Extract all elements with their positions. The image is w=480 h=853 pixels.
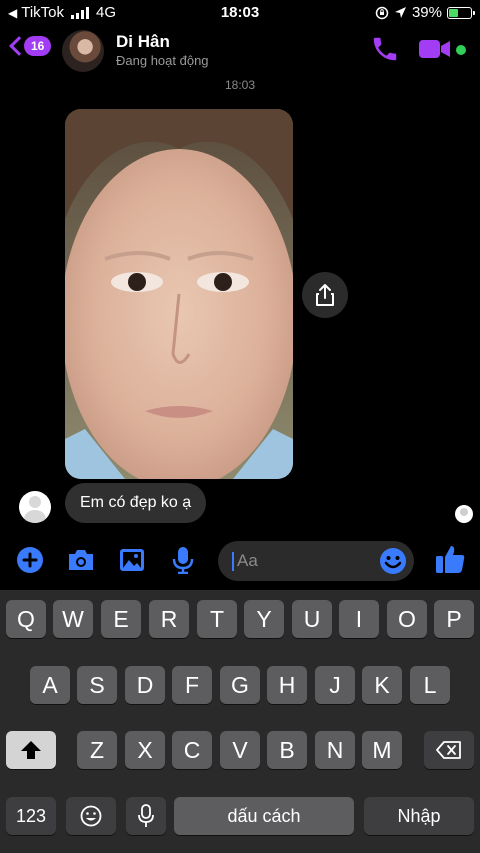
key-l[interactable]: L <box>410 666 450 704</box>
key-j[interactable]: J <box>315 666 355 704</box>
gallery-button[interactable] <box>117 545 147 575</box>
return-key[interactable]: Nhập <box>364 797 474 835</box>
dictation-microphone-icon <box>138 804 154 827</box>
rotation-lock-icon <box>375 6 389 19</box>
phone-call-icon[interactable] <box>370 34 400 64</box>
status-bar: ◀ TikTok 4G 18:03 39% <box>0 0 480 26</box>
key-v[interactable]: V <box>220 731 260 769</box>
key-s[interactable]: S <box>77 666 117 704</box>
space-key[interactable]: dấu cách <box>174 797 354 835</box>
battery-icon <box>447 6 475 19</box>
text-cursor <box>232 552 234 571</box>
key-a[interactable]: A <box>30 666 70 704</box>
message-placeholder: Aa <box>237 551 258 570</box>
key-o[interactable]: O <box>387 600 427 638</box>
voice-button[interactable] <box>168 545 198 575</box>
key-r[interactable]: R <box>149 600 189 638</box>
key-h[interactable]: H <box>267 666 307 704</box>
sender-avatar <box>19 491 51 523</box>
text-message[interactable]: Em có đẹp ko ạ <box>65 483 207 523</box>
key-y[interactable]: Y <box>244 600 284 638</box>
shift-icon <box>21 741 41 759</box>
chat-header: 16 Di Hân Đang hoạt động <box>0 26 480 76</box>
thumbs-up-icon[interactable] <box>434 543 466 575</box>
photo-message[interactable] <box>65 109 293 479</box>
shift-key[interactable] <box>6 731 56 769</box>
key-g[interactable]: G <box>220 666 260 704</box>
gallery-icon <box>120 549 144 571</box>
key-f[interactable]: F <box>172 666 212 704</box>
share-icon <box>316 284 334 306</box>
emoji-key[interactable] <box>66 797 116 835</box>
key-z[interactable]: Z <box>77 731 117 769</box>
seen-indicator <box>455 505 473 523</box>
key-x[interactable]: X <box>125 731 165 769</box>
emoji-keyboard-icon <box>80 805 102 827</box>
key-d[interactable]: D <box>125 666 165 704</box>
message-timestamp: 18:03 <box>224 78 256 92</box>
backspace-icon <box>436 741 461 759</box>
delete-key[interactable] <box>424 731 474 769</box>
key-q[interactable]: Q <box>6 600 46 638</box>
key-i[interactable]: I <box>339 600 379 638</box>
contact-name[interactable]: Di Hân <box>116 32 170 52</box>
message-composer: Aa <box>0 537 480 585</box>
key-b[interactable]: B <box>267 731 307 769</box>
key-k[interactable]: K <box>362 666 402 704</box>
contact-avatar[interactable] <box>62 30 104 72</box>
location-icon <box>394 7 406 18</box>
online-indicator <box>456 45 466 55</box>
camera-icon <box>69 550 93 570</box>
microphone-icon <box>172 547 194 574</box>
video-call-icon[interactable] <box>418 34 452 64</box>
key-e[interactable]: E <box>101 600 141 638</box>
emoji-icon[interactable] <box>379 547 407 575</box>
keyboard: Q W E R T Y U I O P A S D F G H J K L Z … <box>0 590 480 853</box>
battery-percent: 39% <box>411 4 442 21</box>
contact-status: Đang hoạt động <box>116 53 209 68</box>
camera-button[interactable] <box>66 545 96 575</box>
key-t[interactable]: T <box>197 600 237 638</box>
plus-button[interactable] <box>15 545 45 575</box>
status-right: 39% <box>375 4 475 21</box>
share-button[interactable] <box>302 272 348 318</box>
dictation-key[interactable] <box>126 797 166 835</box>
message-input[interactable]: Aa <box>218 541 414 581</box>
plus-icon <box>17 547 43 573</box>
key-n[interactable]: N <box>315 731 355 769</box>
key-p[interactable]: P <box>434 600 474 638</box>
numbers-key[interactable]: 123 <box>6 797 56 835</box>
key-c[interactable]: C <box>172 731 212 769</box>
key-m[interactable]: M <box>362 731 402 769</box>
back-button[interactable]: 16 <box>9 36 52 56</box>
key-w[interactable]: W <box>53 600 93 638</box>
key-u[interactable]: U <box>292 600 332 638</box>
